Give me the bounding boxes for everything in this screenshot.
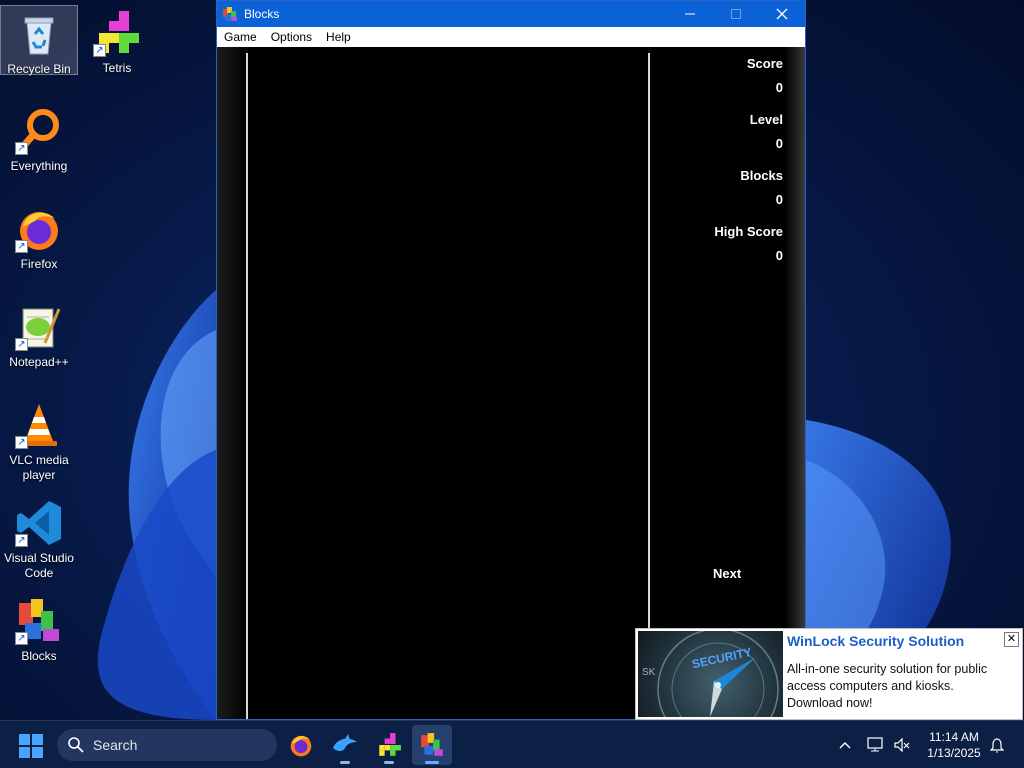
close-icon <box>776 8 788 20</box>
window-titlebar[interactable]: Blocks <box>217 1 805 27</box>
tetris-icon: ↗ <box>93 9 141 57</box>
volume-button[interactable] <box>890 721 914 768</box>
vlc-cone-icon: ↗ <box>15 401 63 449</box>
firefox-icon: ↗ <box>15 205 63 253</box>
shortcut-arrow-icon: ↗ <box>15 632 28 645</box>
shortcut-arrow-icon: ↗ <box>93 44 106 57</box>
security-compass-image: SECURITY SK <box>638 631 783 717</box>
firefox-icon <box>290 735 312 757</box>
network-icon <box>867 737 883 752</box>
desktop-icon-label: Everything <box>10 159 68 173</box>
running-indicator <box>384 761 394 764</box>
shortcut-arrow-icon: ↗ <box>15 534 28 547</box>
desktop-icon-label: Recycle Bin <box>7 62 71 76</box>
score-label: Score <box>746 56 783 71</box>
menu-bar: Game Options Help <box>217 27 805 47</box>
taskbar: Search 11:14 AM 1/13/2025 <box>0 720 1024 768</box>
notification-close-button[interactable]: ✕ <box>1004 632 1019 647</box>
menu-help[interactable]: Help <box>319 30 358 44</box>
security-image-partial-text: SK <box>642 667 656 678</box>
shortcut-arrow-icon: ↗ <box>15 436 28 449</box>
desktop-icon-label: Firefox <box>20 257 58 271</box>
desktop-icon-firefox[interactable]: ↗ Firefox <box>0 201 78 272</box>
taskbar-search-box[interactable]: Search <box>57 729 277 761</box>
windows-logo-icon <box>19 734 43 758</box>
clock-date: 1/13/2025 <box>927 746 981 760</box>
menu-game[interactable]: Game <box>217 30 264 44</box>
maximize-icon <box>731 9 741 19</box>
playfield-left-wall <box>246 53 248 719</box>
volume-muted-icon <box>894 737 910 753</box>
network-status-button[interactable] <box>864 721 888 768</box>
desktop-icon-blocks[interactable]: ↗ Blocks <box>0 593 78 664</box>
start-button[interactable] <box>18 733 44 759</box>
blocks-icon: ↗ <box>15 597 63 645</box>
close-button[interactable] <box>759 1 805 27</box>
active-indicator <box>425 761 439 764</box>
compass-icon: SECURITY SK <box>642 631 779 717</box>
running-indicator <box>340 761 350 764</box>
notepad-plus-plus-icon: ↗ <box>15 303 63 351</box>
desktop-icon-notepad-plus-plus[interactable]: ↗ Notepad++ <box>0 299 78 370</box>
desktop-icon-label: VLC media player <box>9 453 69 482</box>
taskbar-blocks[interactable] <box>412 725 452 765</box>
clock-time: 11:14 AM <box>929 730 979 744</box>
recycle-bin-icon <box>15 10 63 58</box>
desktop-icon-tetris[interactable]: ↗ Tetris <box>78 5 156 76</box>
notification-title[interactable]: WinLock Security Solution <box>787 633 964 649</box>
high-score-value: 0 <box>775 248 783 263</box>
high-score-label: High Score <box>714 224 783 239</box>
notifications-button[interactable] <box>986 721 1008 768</box>
level-label: Level <box>749 112 783 127</box>
shortcut-arrow-icon: ↗ <box>15 338 28 351</box>
blocks-value: 0 <box>775 192 783 207</box>
blocks-label: Blocks <box>740 168 783 183</box>
shortcut-arrow-icon: ↗ <box>15 240 28 253</box>
taskbar-firefox[interactable] <box>281 725 321 765</box>
desktop-icon-label: Notepad++ <box>9 355 69 369</box>
minimize-button[interactable] <box>667 1 713 27</box>
desktop-icon-everything[interactable]: ↗ Everything <box>0 103 78 174</box>
desktop-icon-vscode[interactable]: ↗ Visual Studio Code <box>0 495 78 581</box>
left-pillar <box>217 47 247 719</box>
shortcut-arrow-icon: ↗ <box>15 142 28 155</box>
minimize-icon <box>685 13 695 15</box>
window-title: Blocks <box>244 7 280 21</box>
menu-options[interactable]: Options <box>264 30 319 44</box>
blocks-window[interactable]: Blocks Game Options Help Score 0 Level 0… <box>216 0 806 720</box>
notification-body: All-in-one security solution for public … <box>787 662 988 710</box>
dolphin-icon <box>333 734 357 751</box>
right-pillar <box>785 47 805 719</box>
search-label: Search <box>93 737 138 753</box>
playfield-right-wall <box>648 53 650 719</box>
blocks-icon <box>421 733 443 756</box>
vscode-icon: ↗ <box>15 499 63 547</box>
security-notification[interactable]: SECURITY SK WinLock Security Solution Al… <box>635 628 1023 720</box>
level-value: 0 <box>775 136 783 151</box>
desktop-icon-vlc[interactable]: ↗ VLC media player <box>0 397 78 483</box>
taskbar-app-dolphin[interactable] <box>325 725 365 765</box>
desktop-icon-label: Visual Studio Code <box>4 551 74 580</box>
desktop-icon-label: Blocks <box>21 649 57 663</box>
maximize-button[interactable] <box>713 1 759 27</box>
next-piece-label: Next <box>713 566 742 581</box>
magnifier-icon: ↗ <box>15 107 63 155</box>
blocks-app-icon <box>223 7 237 21</box>
taskbar-tetris[interactable] <box>369 725 409 765</box>
score-value: 0 <box>775 80 783 95</box>
bell-icon <box>990 738 1004 753</box>
desktop-icon-label: Tetris <box>102 61 132 75</box>
search-icon <box>68 737 84 753</box>
taskbar-clock[interactable]: 11:14 AM 1/13/2025 <box>918 729 990 761</box>
chevron-up-icon <box>839 742 851 749</box>
show-hidden-icons-button[interactable] <box>834 721 856 768</box>
game-area[interactable]: Score 0 Level 0 Blocks 0 High Score 0 Ne… <box>217 47 805 719</box>
close-icon: ✕ <box>1006 633 1017 645</box>
tetris-icon <box>379 733 401 756</box>
desktop-icon-recycle-bin[interactable]: Recycle Bin <box>0 5 78 76</box>
